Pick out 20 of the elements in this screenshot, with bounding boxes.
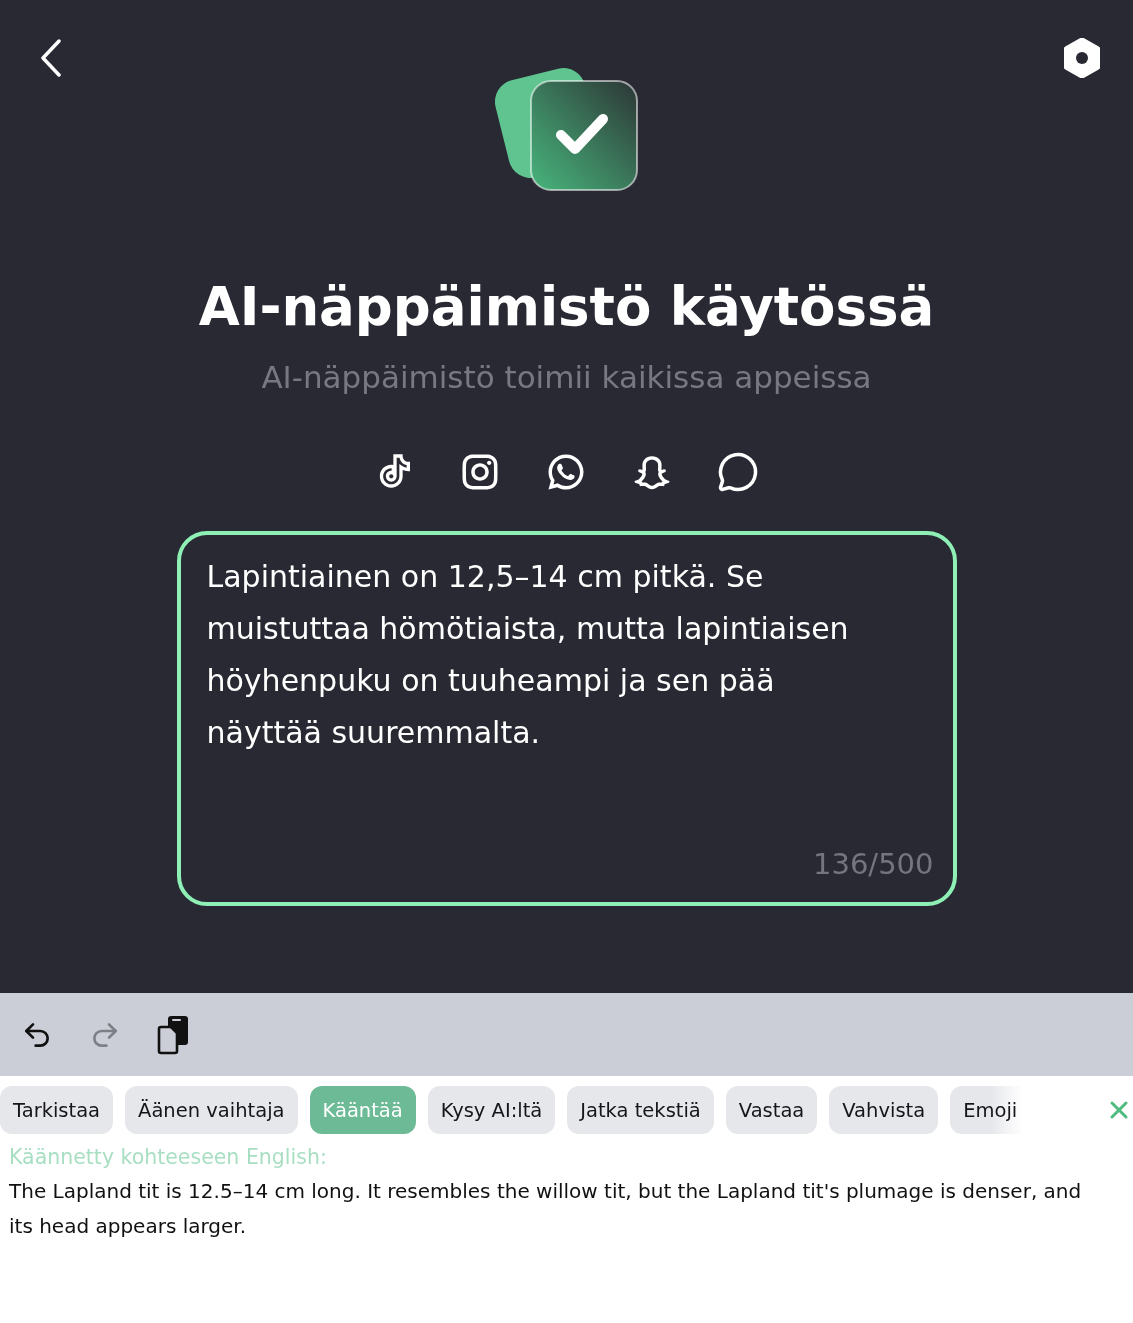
translation-label: Käännetty kohteeseen English: — [9, 1144, 328, 1171]
action-chip[interactable]: Kysy AI:ltä — [427, 1086, 556, 1134]
speech-bubble-icon[interactable] — [716, 451, 759, 493]
action-chip[interactable]: Jatka tekstiä — [567, 1086, 714, 1134]
page-title: AI-näppäimistö käytössä — [198, 277, 935, 337]
copy-icon — [157, 1014, 189, 1055]
action-chip[interactable]: Äänen vaihtaja — [125, 1086, 298, 1134]
settings-button[interactable] — [1062, 37, 1102, 79]
text-input-field[interactable]: Lapintiainen on 12,5–14 cm pitkä. Se muistuttaa hömötiaista, mutta lapintiaisen höyhenpuku on tuuheampi ja sen pää näyttää suuremmalta. 136/500 — [176, 531, 957, 906]
chevron-left-icon — [40, 39, 62, 77]
settings-icon — [1062, 37, 1102, 79]
input-text: Lapintiainen on 12,5–14 cm pitkä. Se muistuttaa hömötiaista, mutta lapintiaisen höyhenpuku on tuuheampi ja sen pää näyttää suuremmalta. — [206, 558, 850, 752]
back-button[interactable] — [38, 38, 64, 78]
copy-button[interactable] — [157, 1014, 189, 1055]
action-chip[interactable]: Vahvista — [829, 1086, 939, 1134]
action-chip[interactable]: Vastaa — [725, 1086, 818, 1134]
character-counter: 136/500 — [813, 846, 934, 882]
translation-text: The Lapland tit is 12.5–14 cm long. It resembles the willow tit, but the Lapland tit's plumage is denser, and its head appears larger. — [9, 1178, 1083, 1240]
page-subtitle: AI-näppäimistö toimii kaikissa appeissa — [261, 358, 872, 397]
action-chip[interactable]: Tarkistaa — [0, 1086, 114, 1134]
